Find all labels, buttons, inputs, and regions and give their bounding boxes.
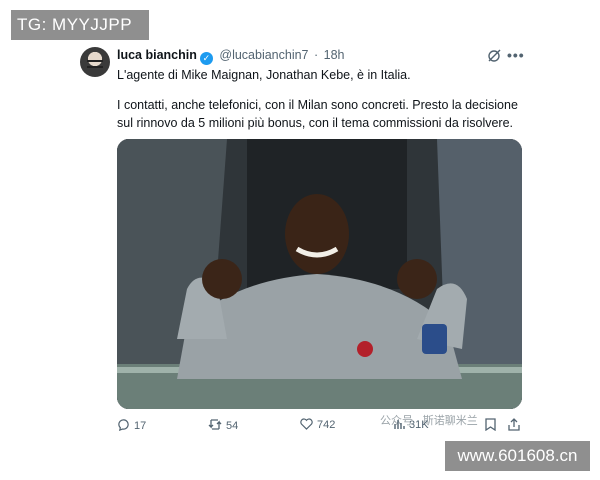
like-button[interactable]: 742 xyxy=(300,418,335,432)
site-label: www.601608.cn xyxy=(445,441,590,471)
repost-count: 54 xyxy=(226,419,239,432)
tweet-text-line-1: L'agente di Mike Maignan, Jonathan Kebe,… xyxy=(117,68,411,82)
bookmark-icon xyxy=(485,418,496,433)
tweet-time[interactable]: 18h xyxy=(324,48,345,62)
tweet-text-line-3: sul rinnovo da 5 milioni più bonus, con … xyxy=(117,116,514,130)
share-icon xyxy=(508,418,520,433)
separator-dot: · xyxy=(314,48,319,62)
views-button[interactable]: 31K xyxy=(393,418,429,432)
author-avatar[interactable] xyxy=(80,47,110,77)
views-count: 31K xyxy=(409,419,429,431)
reply-icon xyxy=(117,418,130,433)
repost-icon xyxy=(208,418,222,433)
chart-icon xyxy=(393,418,405,432)
bookmark-button[interactable] xyxy=(485,418,496,433)
tweet-actions: 17 54 742 31K xyxy=(117,418,522,436)
like-count: 742 xyxy=(317,419,336,431)
tweet-header: luca bianchin ✓ @lucabianchin7 · 18h xyxy=(117,48,345,65)
reply-count: 17 xyxy=(134,419,147,432)
tg-label: TG: MYYJJPP xyxy=(11,10,149,40)
verified-badge-icon: ✓ xyxy=(199,52,213,65)
more-options-icon[interactable]: ••• xyxy=(507,47,525,63)
reply-button[interactable]: 17 xyxy=(117,418,146,433)
heart-icon xyxy=(300,418,313,432)
tweet-text-line-2: I contatti, anche telefonici, con il Mil… xyxy=(117,98,518,112)
author-handle[interactable]: @lucabianchin7 xyxy=(219,48,308,62)
tweet-photo[interactable] xyxy=(117,139,522,409)
author-name[interactable]: luca bianchin xyxy=(117,48,197,62)
repost-button[interactable]: 54 xyxy=(208,418,238,433)
grok-icon[interactable] xyxy=(487,49,501,63)
photo-illustration xyxy=(117,139,522,409)
share-button[interactable] xyxy=(508,418,520,433)
